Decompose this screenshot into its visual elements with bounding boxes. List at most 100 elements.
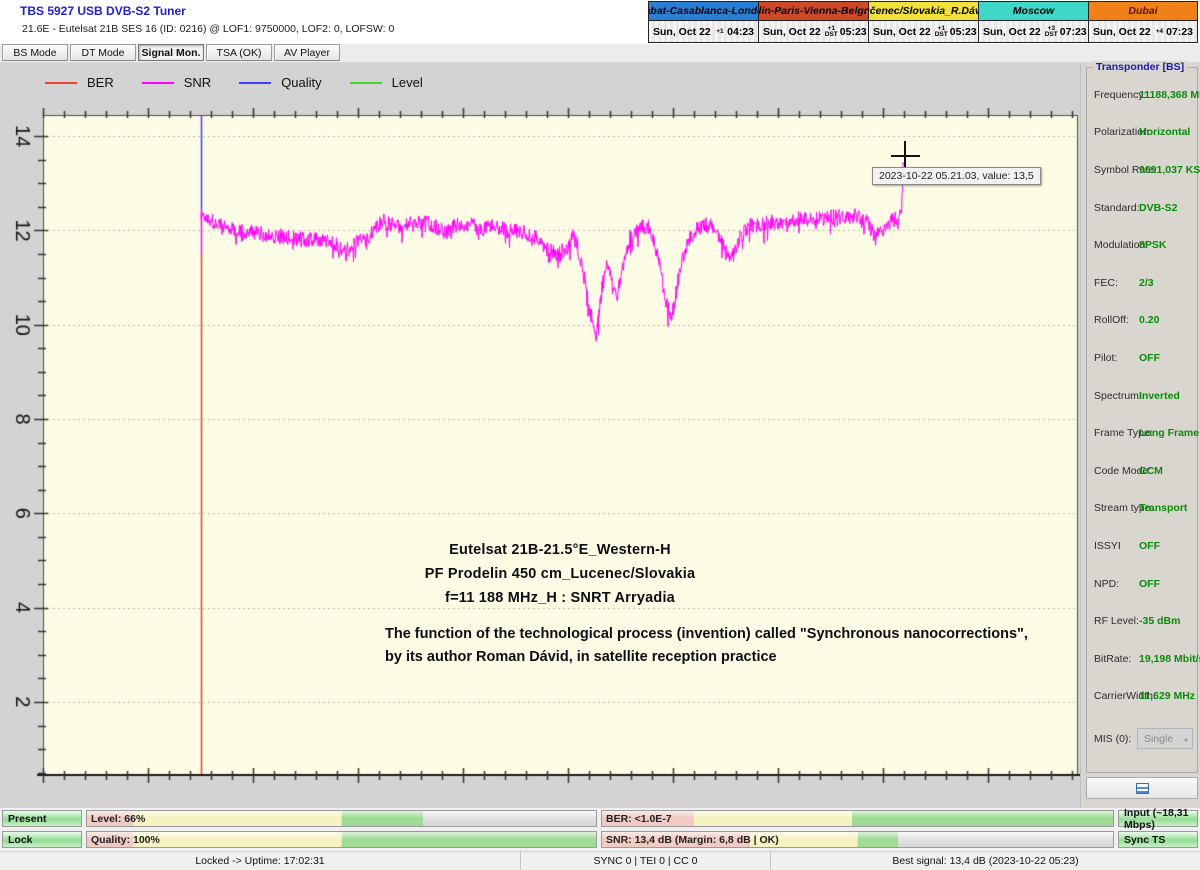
mode-tab[interactable]: DT Mode (70, 44, 136, 61)
transponder-field-row: Frame Type: Long Frame (1087, 414, 1197, 452)
mode-tab[interactable]: BS Mode (2, 44, 68, 61)
clock-time-row: Sun, Oct 22 +1DST 05:23 (869, 21, 978, 42)
legend-line-swatch (350, 82, 382, 84)
clock-utc-offset: +1DST (935, 26, 948, 38)
field-value: DVB-S2 (1139, 202, 1178, 214)
transponder-field-row: ISSYI OFF (1087, 527, 1197, 565)
legend-label: Level (392, 75, 423, 90)
lock-status-box: Lock (2, 831, 82, 848)
legend-item: Quality (239, 75, 321, 90)
signal-bars-section: Present Level: 66% BER: <1.0E-7 Input (~… (0, 810, 1200, 850)
snr-trend-chart[interactable] (0, 103, 1080, 808)
clock-cell: Moscow Sun, Oct 22 +3DST 07:23 (979, 2, 1089, 42)
status-best-signal: Best signal: 13,4 dB (2023-10-22 05:23) (770, 852, 1200, 870)
clock-time-row: Sun, Oct 22 +1DST 05:23 (759, 21, 868, 42)
field-value: -35 dBm (1139, 615, 1180, 627)
status-bar: Locked -> Uptime: 17:02:31 SYNC 0 | TEI … (0, 851, 1200, 870)
field-label: Standard: (1094, 202, 1140, 214)
field-value: Transport (1139, 502, 1187, 514)
transponder-field-row: Polarization: Horizontal (1087, 114, 1197, 152)
level-meter: Level: 66% (86, 810, 597, 827)
clock-city-label: Moscow (979, 2, 1088, 21)
clock-cell: Berlin-Paris-Vienna-Belgrade Sun, Oct 22… (759, 2, 869, 42)
transponder-field-row: BitRate: 19,198 Mbit/s (1087, 640, 1197, 678)
field-value: 9691,037 KS/s (1139, 164, 1200, 176)
mode-tab[interactable]: TSA (OK) (206, 44, 272, 61)
window-header: TBS 5927 USB DVB-S2 Tuner 21.6E - Eutels… (0, 0, 1200, 44)
clock-city-label: Dubai (1089, 2, 1197, 21)
clock-time: 05:23 (950, 26, 977, 38)
transponder-field-row: Symbol Rate: 9691,037 KS/s (1087, 151, 1197, 189)
transponder-panel: Transponder [BS] Frequency: 11188,368 MH… (1080, 63, 1200, 808)
legend-label: SNR (184, 75, 211, 90)
field-value: Horizontal (1139, 126, 1190, 138)
tuner-subtitle: 21.6E - Eutelsat 21B SES 16 (ID: 0216) @… (22, 23, 394, 35)
legend-label: Quality (281, 75, 321, 90)
legend-line-swatch (142, 82, 174, 84)
field-label: FEC: (1094, 277, 1118, 289)
chart-legend: BER SNR Quality Level (45, 75, 451, 90)
clock-utc-offset: +4 (1155, 29, 1164, 35)
transponder-field-row: FEC: 2/3 (1087, 264, 1197, 302)
clock-cell: Rabat-Casablanca-London Sun, Oct 22 +1 0… (649, 2, 759, 42)
clock-time: 04:23 (727, 26, 754, 38)
app-title: TBS 5927 USB DVB-S2 Tuner (20, 4, 186, 18)
field-value: Inverted (1139, 390, 1180, 402)
transponder-field-row: Spectrum: Inverted (1087, 377, 1197, 415)
mis-dropdown[interactable]: Single ▾ (1137, 728, 1193, 749)
transponder-list-button[interactable] (1086, 777, 1198, 799)
world-clocks: Rabat-Casablanca-London Sun, Oct 22 +1 0… (648, 1, 1198, 43)
clock-time: 07:23 (1060, 26, 1087, 38)
field-label: Pilot: (1094, 352, 1117, 364)
legend-line-swatch (239, 82, 271, 84)
clock-date: Sun, Oct 22 (873, 26, 931, 38)
field-value: OFF (1139, 578, 1160, 590)
mode-tab[interactable]: AV Player (274, 44, 340, 61)
transponder-groupbox: Transponder [BS] Frequency: 11188,368 MH… (1086, 67, 1198, 773)
field-value: 11188,368 MHz (1139, 89, 1200, 101)
clock-cell: Lučenec/Slovakia_R.Dávid Sun, Oct 22 +1D… (869, 2, 979, 42)
transponder-field-row: NPD: OFF (1087, 565, 1197, 603)
signal-monitor-panel: BER SNR Quality Level Eutelsat 21B-21.5°… (0, 63, 1080, 808)
clock-time-row: Sun, Oct 22 +3DST 07:23 (979, 21, 1088, 42)
list-icon (1136, 783, 1149, 794)
clock-utc-offset: +3DST (1045, 26, 1058, 38)
present-status-box: Present (2, 810, 82, 827)
ber-meter: BER: <1.0E-7 (601, 810, 1114, 827)
legend-item: SNR (142, 75, 211, 90)
field-value: 0.20 (1139, 314, 1159, 326)
field-value: OFF (1139, 540, 1160, 552)
clock-city-label: Berlin-Paris-Vienna-Belgrade (759, 2, 868, 21)
legend-label: BER (87, 75, 114, 90)
chart-annotation-caption: The function of the technological proces… (385, 623, 1055, 669)
mode-tabbar: BS Mode DT Mode Signal Mon. TSA (OK) AV … (0, 44, 1200, 63)
mode-tab[interactable]: Signal Mon. (138, 44, 204, 61)
field-value: CCM (1139, 465, 1163, 477)
input-status-box: Input (~18,31 Mbps) (1118, 810, 1198, 827)
quality-meter: Quality: 100% (86, 831, 597, 848)
field-label: RF Level: (1094, 615, 1139, 627)
field-label: BitRate: (1094, 653, 1131, 665)
field-label: RollOff: (1094, 314, 1129, 326)
clock-date: Sun, Oct 22 (763, 26, 821, 38)
clock-date: Sun, Oct 22 (1093, 26, 1151, 38)
chevron-down-icon: ▾ (1184, 736, 1188, 745)
legend-item: BER (45, 75, 114, 90)
field-value: 19,198 Mbit/s (1139, 653, 1200, 665)
transponder-group-title: Transponder [BS] (1093, 61, 1187, 73)
clock-cell: Dubai Sun, Oct 22 +4 07:23 (1089, 2, 1197, 42)
transponder-field-row: CarrierWidth: 11,629 MHz (1087, 678, 1197, 716)
transponder-field-row: Modulation: 8PSK (1087, 226, 1197, 264)
transponder-field-row: RF Level: -35 dBm (1087, 602, 1197, 640)
field-value: 8PSK (1139, 239, 1166, 251)
transponder-field-row: RollOff: 0.20 (1087, 302, 1197, 340)
clock-time-row: Sun, Oct 22 +4 07:23 (1089, 21, 1197, 42)
transponder-field-row: Code Mode: CCM (1087, 452, 1197, 490)
clock-date: Sun, Oct 22 (983, 26, 1041, 38)
clock-time-row: Sun, Oct 22 +1 04:23 (649, 21, 758, 42)
field-label: ISSYI (1094, 540, 1121, 552)
legend-line-swatch (45, 82, 77, 84)
field-value: OFF (1139, 352, 1160, 364)
clock-time: 05:23 (840, 26, 867, 38)
field-value: Long Frame (1139, 427, 1199, 439)
